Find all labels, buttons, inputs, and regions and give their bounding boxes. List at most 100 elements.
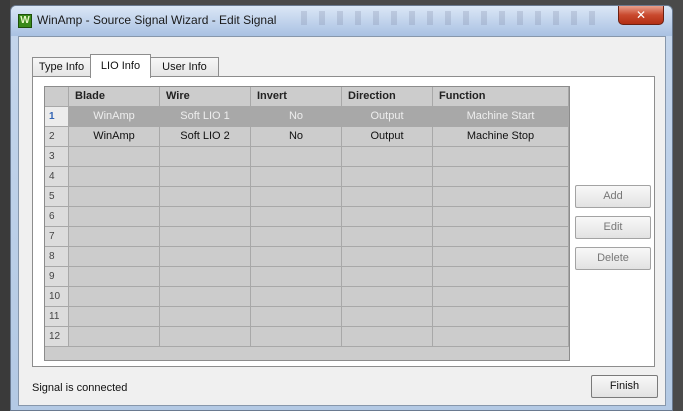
cell-blade[interactable] [69, 147, 160, 167]
table-row[interactable]: 12 [45, 327, 569, 347]
cell-blade[interactable]: WinAmp [69, 107, 160, 127]
cell-function[interactable] [433, 167, 569, 187]
tab-type-info[interactable]: Type Info [32, 57, 91, 77]
cell-wire[interactable] [160, 227, 251, 247]
cell-function[interactable] [433, 267, 569, 287]
column-header-direction[interactable]: Direction [342, 87, 433, 107]
table-row[interactable]: 6 [45, 207, 569, 227]
cell-invert[interactable]: No [251, 127, 342, 147]
column-header-row-number[interactable] [45, 87, 69, 107]
table-row[interactable]: 3 [45, 147, 569, 167]
cell-direction[interactable] [342, 287, 433, 307]
cell-wire[interactable] [160, 327, 251, 347]
cell-wire[interactable]: Soft LIO 1 [160, 107, 251, 127]
cell-wire[interactable] [160, 247, 251, 267]
cell-direction[interactable]: Output [342, 127, 433, 147]
cell-wire[interactable] [160, 207, 251, 227]
table-row[interactable]: 7 [45, 227, 569, 247]
cell-invert[interactable] [251, 147, 342, 167]
cell-blade[interactable]: WinAmp [69, 127, 160, 147]
edit-button[interactable]: Edit [575, 216, 651, 239]
cell-wire[interactable] [160, 187, 251, 207]
cell-row-number[interactable]: 5 [45, 187, 69, 207]
cell-function[interactable]: Machine Stop [433, 127, 569, 147]
table-row[interactable]: 10 [45, 287, 569, 307]
cell-blade[interactable] [69, 207, 160, 227]
cell-blade[interactable] [69, 247, 160, 267]
cell-row-number[interactable]: 4 [45, 167, 69, 187]
cell-blade[interactable] [69, 287, 160, 307]
cell-invert[interactable] [251, 207, 342, 227]
cell-direction[interactable] [342, 307, 433, 327]
cell-function[interactable] [433, 287, 569, 307]
cell-invert[interactable] [251, 307, 342, 327]
cell-blade[interactable] [69, 327, 160, 347]
lio-info-panel: Blade Wire Invert Direction Function 1 WinAmp S… [32, 76, 655, 367]
table-row[interactable]: 5 [45, 187, 569, 207]
add-button[interactable]: Add [575, 185, 651, 208]
cell-direction[interactable] [342, 267, 433, 287]
cell-direction[interactable] [342, 187, 433, 207]
cell-wire[interactable] [160, 147, 251, 167]
cell-wire[interactable] [160, 167, 251, 187]
cell-function[interactable] [433, 307, 569, 327]
cell-wire[interactable] [160, 307, 251, 327]
cell-invert[interactable] [251, 327, 342, 347]
cell-function[interactable] [433, 247, 569, 267]
table-row[interactable]: 9 [45, 267, 569, 287]
cell-invert[interactable] [251, 187, 342, 207]
cell-direction[interactable]: Output [342, 107, 433, 127]
tab-user-info[interactable]: User Info [150, 57, 219, 77]
cell-invert[interactable] [251, 167, 342, 187]
cell-direction[interactable] [342, 227, 433, 247]
cell-row-number[interactable]: 9 [45, 267, 69, 287]
cell-function[interactable] [433, 227, 569, 247]
cell-direction[interactable] [342, 247, 433, 267]
cell-direction[interactable] [342, 207, 433, 227]
cell-function[interactable] [433, 187, 569, 207]
cell-blade[interactable] [69, 227, 160, 247]
cell-row-number[interactable]: 2 [45, 127, 69, 147]
cell-invert[interactable] [251, 247, 342, 267]
column-header-invert[interactable]: Invert [251, 87, 342, 107]
cell-invert[interactable] [251, 287, 342, 307]
cell-blade[interactable] [69, 307, 160, 327]
close-button[interactable]: ✕ [618, 6, 664, 25]
cell-row-number[interactable]: 12 [45, 327, 69, 347]
table-row[interactable]: 4 [45, 167, 569, 187]
finish-button[interactable]: Finish [591, 375, 658, 398]
tab-lio-info[interactable]: LIO Info [90, 54, 151, 78]
cell-function[interactable] [433, 327, 569, 347]
cell-row-number[interactable]: 7 [45, 227, 69, 247]
cell-function[interactable]: Machine Start [433, 107, 569, 127]
cell-direction[interactable] [342, 327, 433, 347]
cell-row-number[interactable]: 10 [45, 287, 69, 307]
cell-invert[interactable] [251, 267, 342, 287]
column-header-wire[interactable]: Wire [160, 87, 251, 107]
cell-row-number[interactable]: 8 [45, 247, 69, 267]
cell-function[interactable] [433, 147, 569, 167]
table-row[interactable]: 11 [45, 307, 569, 327]
column-header-function[interactable]: Function [433, 87, 569, 107]
delete-button[interactable]: Delete [575, 247, 651, 270]
column-header-blade[interactable]: Blade [69, 87, 160, 107]
cell-blade[interactable] [69, 267, 160, 287]
table-row[interactable]: 2 WinAmp Soft LIO 2 No Output Machine Stop [45, 127, 569, 147]
cell-direction[interactable] [342, 167, 433, 187]
cell-row-number[interactable]: 6 [45, 207, 69, 227]
lio-grid[interactable]: Blade Wire Invert Direction Function 1 WinAmp S… [44, 86, 570, 361]
cell-row-number[interactable]: 11 [45, 307, 69, 327]
table-row[interactable]: 1 WinAmp Soft LIO 1 No Output Machine Start [45, 107, 569, 127]
cell-direction[interactable] [342, 147, 433, 167]
cell-wire[interactable] [160, 267, 251, 287]
cell-invert[interactable]: No [251, 107, 342, 127]
cell-blade[interactable] [69, 167, 160, 187]
cell-row-number[interactable]: 3 [45, 147, 69, 167]
table-row[interactable]: 8 [45, 247, 569, 267]
cell-row-number[interactable]: 1 [45, 107, 69, 127]
cell-invert[interactable] [251, 227, 342, 247]
cell-blade[interactable] [69, 187, 160, 207]
cell-function[interactable] [433, 207, 569, 227]
cell-wire[interactable] [160, 287, 251, 307]
cell-wire[interactable]: Soft LIO 2 [160, 127, 251, 147]
